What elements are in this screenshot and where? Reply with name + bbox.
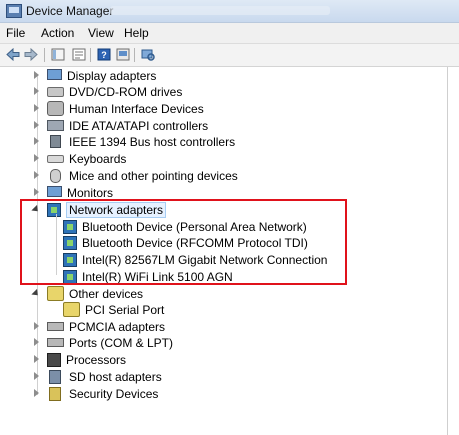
expand-arrow-icon[interactable] [32, 121, 41, 130]
expand-arrow-icon[interactable] [32, 322, 41, 331]
menu-bar: File Action View Help [0, 23, 459, 44]
menu-file[interactable]: File [6, 26, 25, 40]
expand-arrow-icon[interactable] [32, 355, 41, 364]
tree-item-ports-com-lpt[interactable]: Ports (COM & LPT) [32, 334, 173, 351]
window-title: Device Manager [26, 4, 114, 18]
expand-arrow-icon[interactable] [32, 137, 41, 146]
firewire-icon [50, 135, 61, 148]
tree-item-pcmcia-adapters[interactable]: PCMCIA adapters [32, 318, 165, 335]
keyboard-icon [47, 154, 64, 163]
show-hide-console-tree-icon[interactable] [51, 48, 65, 61]
pcmcia-icon [47, 322, 64, 331]
device-manager-icon [6, 4, 22, 18]
menu-help[interactable]: Help [124, 26, 149, 40]
tree-item-label: Monitors [67, 185, 114, 200]
menu-action[interactable]: Action [41, 26, 74, 40]
tree-item-security-devices[interactable]: Security Devices [32, 385, 158, 402]
unknown-device-icon [47, 286, 64, 301]
forward-arrow-icon[interactable] [24, 48, 38, 61]
tree-item-label: Security Devices [69, 386, 159, 401]
tree-item-ide-ata-atapi-controllers[interactable]: IDE ATA/ATAPI controllers [32, 117, 208, 134]
sd-card-icon [49, 369, 61, 384]
expand-arrow-icon[interactable] [32, 154, 41, 163]
tree-item-label: Ports (COM & LPT) [69, 335, 174, 350]
tree-item-label: Other devices [69, 286, 144, 301]
toolbar-separator [134, 48, 135, 62]
expand-arrow-icon[interactable] [32, 87, 41, 96]
tree-item-pci-serial-port[interactable]: PCI Serial Port [63, 301, 164, 318]
security-device-icon [49, 386, 61, 401]
warning-device-icon [63, 302, 80, 317]
expand-arrow-icon[interactable] [32, 171, 41, 180]
title-bar: Device Manager [0, 0, 459, 23]
mouse-icon [50, 168, 61, 183]
tree-item-label: Mice and other pointing devices [69, 168, 238, 183]
help-icon[interactable]: ? [97, 48, 111, 61]
hid-icon [47, 101, 64, 116]
back-arrow-icon[interactable] [6, 48, 20, 61]
ide-controller-icon [47, 120, 64, 131]
toolbar-separator [90, 48, 91, 62]
toolbar: ? [0, 44, 459, 67]
toolbar-separator [44, 48, 45, 62]
tree-item-label: IDE ATA/ATAPI controllers [69, 118, 209, 133]
menu-view[interactable]: View [88, 26, 114, 40]
tree-item-label: PCI Serial Port [85, 302, 165, 317]
tree-item-label: Keyboards [69, 151, 127, 166]
expand-arrow-icon[interactable] [32, 104, 41, 113]
processor-icon [47, 352, 61, 367]
tree-item-label: IEEE 1394 Bus host controllers [69, 134, 236, 149]
expand-arrow-icon[interactable] [32, 338, 41, 347]
update-driver-icon[interactable] [116, 48, 130, 61]
properties-icon[interactable] [72, 48, 86, 61]
title-bar-blur [110, 6, 330, 15]
monitor-icon [47, 69, 62, 80]
tree-item-label: Human Interface Devices [69, 101, 204, 116]
port-icon [47, 338, 64, 347]
tree-item-keyboards[interactable]: Keyboards [32, 150, 126, 167]
tree-item-label: Display adapters [67, 68, 157, 83]
highlight-annotation [20, 199, 347, 285]
tree-item-dvd-cdrom-drives[interactable]: DVD/CD-ROM drives [32, 83, 182, 100]
tree-item-other-devices[interactable]: Other devices [32, 285, 143, 302]
expand-arrow-icon[interactable] [32, 372, 41, 381]
tree-item-display-adapters[interactable]: Display adapters [32, 67, 156, 84]
tree-item-label: PCMCIA adapters [69, 319, 166, 334]
tree-item-ieee-1394-bus-host-controllers[interactable]: IEEE 1394 Bus host controllers [32, 133, 235, 150]
disk-drive-icon [47, 86, 64, 97]
pane-border [447, 67, 448, 435]
tree-item-label: SD host adapters [69, 369, 162, 384]
tree-item-mice-and-pointing-devices[interactable]: Mice and other pointing devices [32, 167, 238, 184]
monitor-icon [47, 186, 62, 197]
svg-text:?: ? [101, 50, 107, 60]
tree-item-processors[interactable]: Processors [32, 351, 126, 368]
scan-for-hardware-changes-icon[interactable] [141, 48, 155, 61]
tree-item-sd-host-adapters[interactable]: SD host adapters [32, 368, 162, 385]
expand-arrow-icon[interactable] [32, 389, 41, 398]
tree-item-human-interface-devices[interactable]: Human Interface Devices [32, 100, 204, 117]
tree-item-label: Processors [66, 352, 127, 367]
collapse-arrow-icon[interactable] [32, 289, 41, 298]
tree-item-label: DVD/CD-ROM drives [69, 84, 183, 99]
expand-arrow-icon[interactable] [32, 71, 41, 80]
expand-arrow-icon[interactable] [32, 188, 41, 197]
